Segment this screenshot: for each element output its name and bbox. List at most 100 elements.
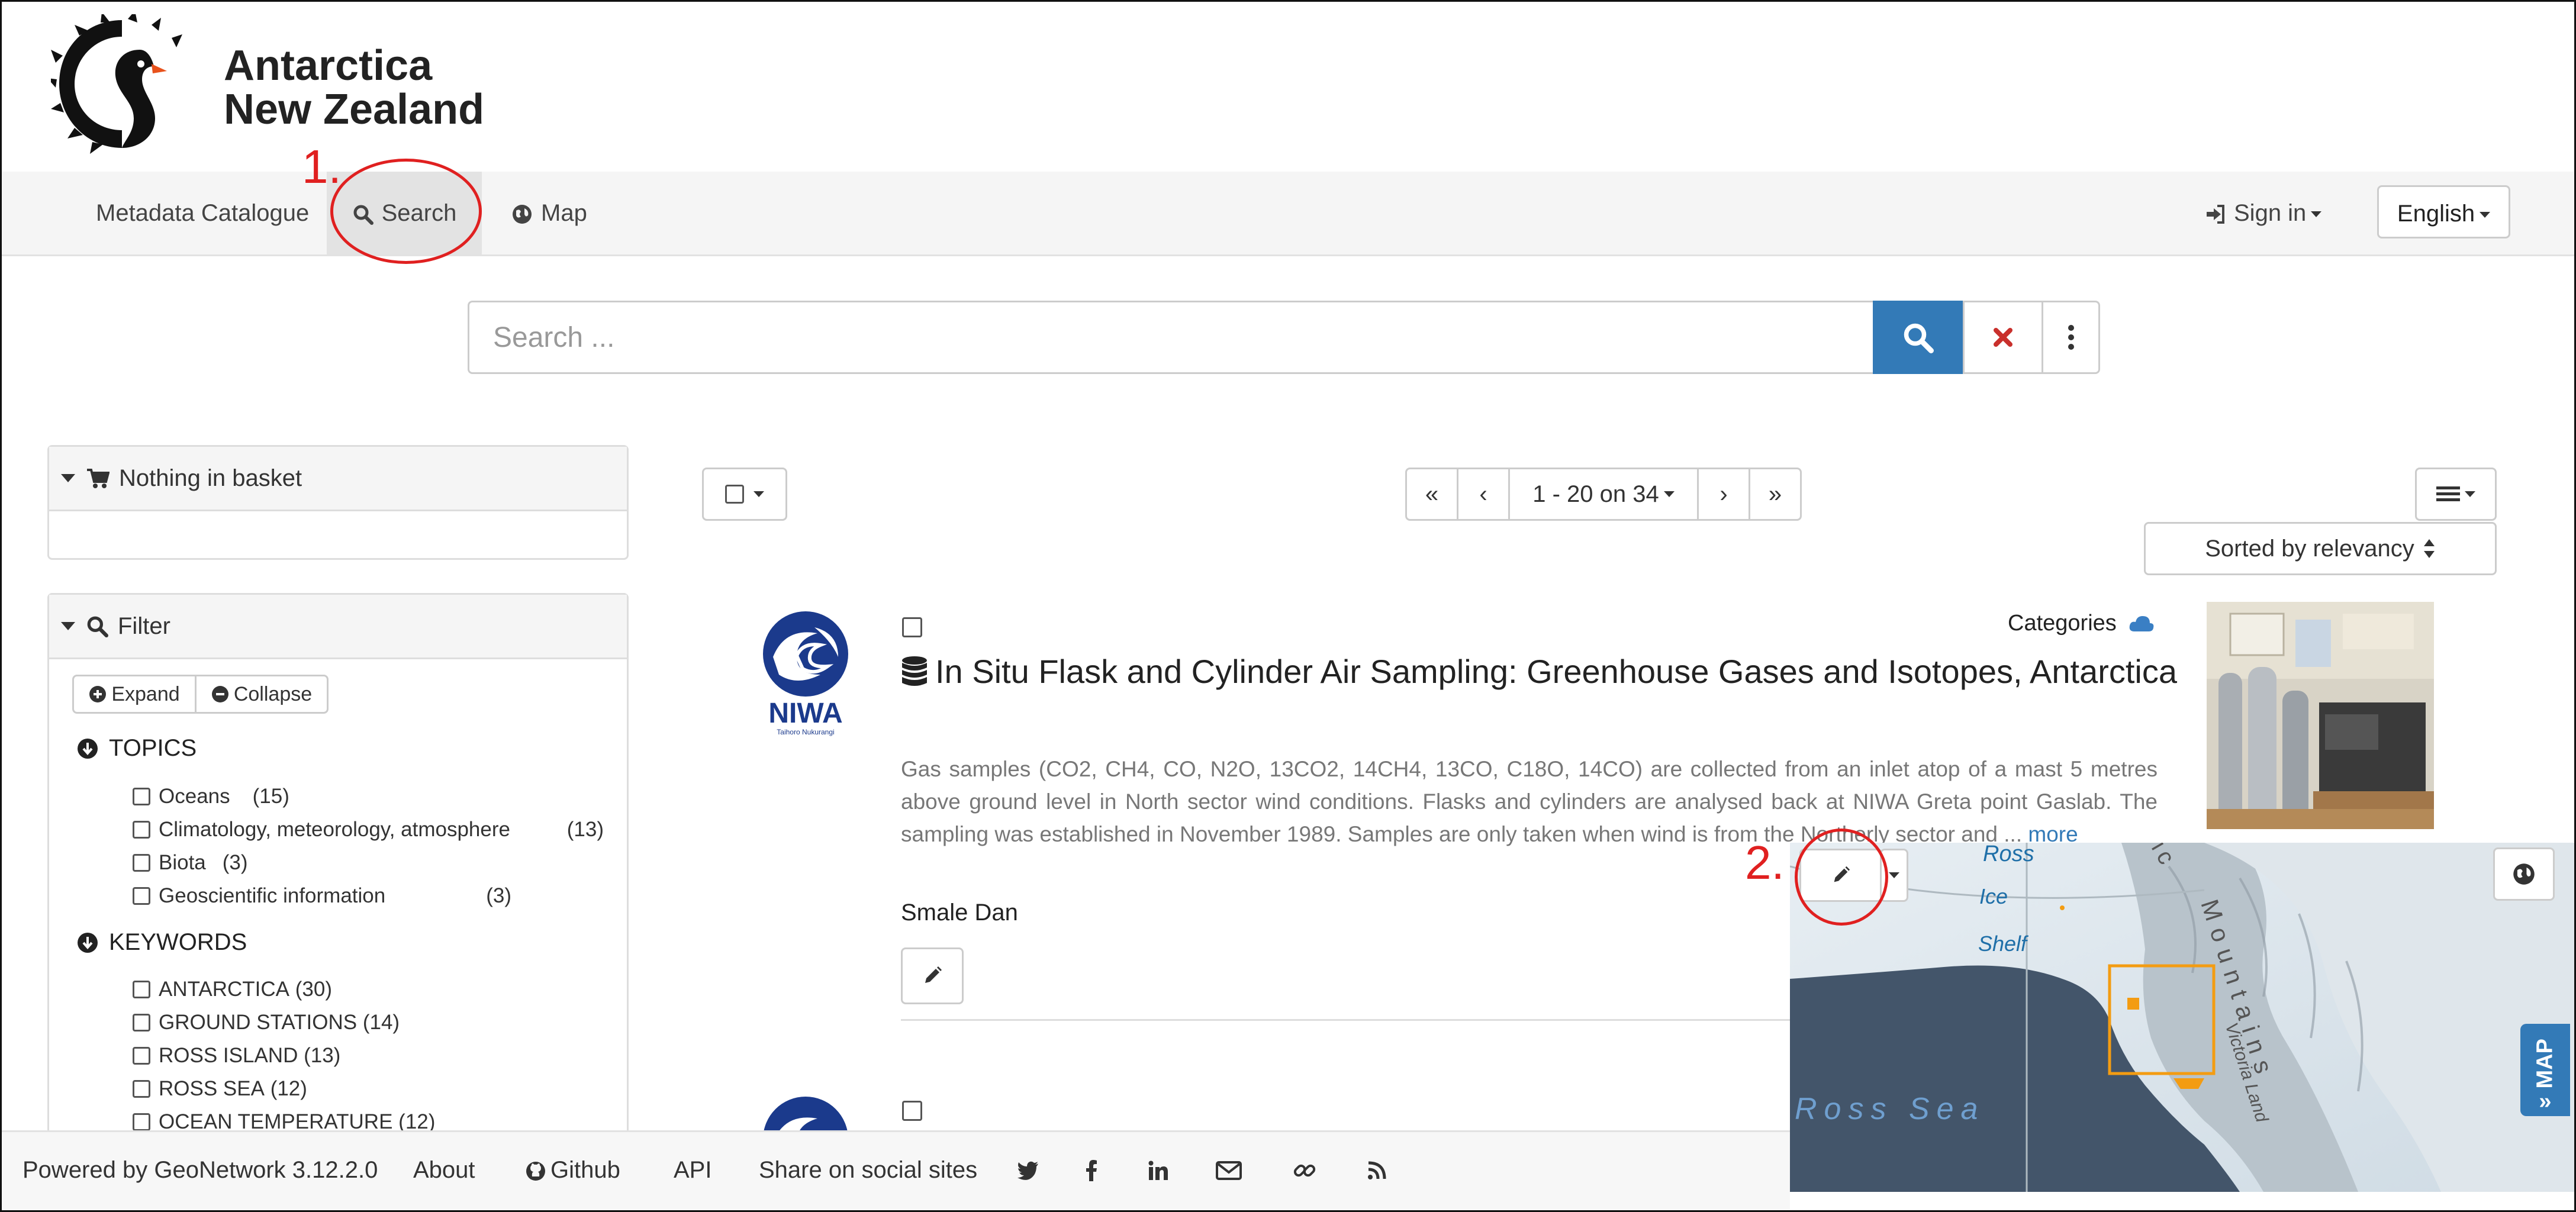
result-thumbnail[interactable]	[2207, 602, 2434, 829]
annotation-2-circle	[1795, 829, 1888, 926]
caret-down-icon	[1663, 491, 1675, 497]
facet-label: Biota	[159, 851, 206, 874]
niwa-logo-icon	[764, 1097, 848, 1130]
checkbox[interactable]	[133, 1047, 150, 1065]
search-options-button[interactable]	[2043, 301, 2100, 374]
facet-keywords-header[interactable]: KEYWORDS	[77, 929, 247, 956]
facebook-icon[interactable]	[1086, 1130, 1097, 1210]
organisation-logo: NIWA Taihoro Nukurangi	[761, 610, 850, 736]
checkbox[interactable]	[133, 981, 150, 998]
map-tab-label: MAP	[2532, 1039, 2558, 1089]
sign-in-dropdown[interactable]: Sign in	[2204, 172, 2322, 254]
nav-metadata-catalogue[interactable]: Metadata Catalogue	[96, 172, 309, 254]
antarctica-nz-logo-icon	[51, 14, 182, 154]
collapse-all-button[interactable]: Collapse	[195, 675, 329, 714]
result-title[interactable]: In Situ Flask and Cylinder Air Sampling:…	[901, 651, 2179, 692]
checkbox[interactable]	[133, 854, 150, 872]
facet-item[interactable]: Biota (3)	[133, 851, 248, 875]
logo-line2: New Zealand	[224, 86, 485, 133]
facet-item[interactable]: ANTARCTICA (30)	[133, 978, 332, 1001]
result-title-text: In Situ Flask and Cylinder Air Sampling:…	[935, 653, 2178, 690]
facet-count: (3)	[486, 884, 511, 907]
categories-label[interactable]: Categories	[2008, 611, 2155, 636]
checkbox[interactable]	[133, 1113, 150, 1131]
globe-icon	[513, 205, 532, 224]
result-select-checkbox[interactable]	[902, 1101, 922, 1121]
shopping-cart-icon	[87, 469, 110, 488]
checkbox[interactable]	[133, 1014, 150, 1032]
facet-label: Geoscientific information	[159, 884, 386, 907]
facet-label: ANTARCTICA	[159, 978, 290, 1001]
facet-count: (12)	[270, 1077, 307, 1100]
globe-icon	[2513, 863, 2535, 885]
share-label: Share on social sites	[759, 1157, 978, 1183]
arrow-circle-down-icon	[78, 932, 98, 953]
language-dropdown[interactable]: English	[2377, 185, 2510, 238]
facet-item[interactable]: Geoscientific information (3)	[133, 884, 511, 908]
next-page-button[interactable]: ›	[1699, 469, 1750, 519]
org-logo-subtitle: Taihoro Nukurangi	[777, 728, 835, 736]
rss-icon[interactable]	[1367, 1130, 1386, 1210]
filter-panel-header[interactable]: Filter	[49, 595, 627, 659]
footer-api-link[interactable]: API	[674, 1130, 711, 1210]
last-page-button[interactable]: »	[1750, 469, 1800, 519]
result-abstract-text: Gas samples (CO2, CH4, CO, N2O, 13CO2, 1…	[901, 757, 2158, 846]
footer-about-link[interactable]: About	[413, 1130, 475, 1210]
caret-down-icon	[2480, 212, 2491, 218]
facet-item[interactable]: ROSS SEA (12)	[133, 1077, 307, 1101]
map-label-ross: Ross	[1983, 843, 2034, 866]
first-page-button[interactable]: «	[1407, 469, 1458, 519]
checkbox[interactable]	[133, 821, 150, 839]
footer-github-link[interactable]: Github	[526, 1130, 620, 1210]
expand-all-button[interactable]: Expand	[72, 675, 197, 714]
map-layers-button[interactable]	[2493, 847, 2555, 901]
previous-page-button[interactable]: ‹	[1458, 469, 1510, 519]
org-logo-text: NIWA	[768, 698, 843, 729]
basket-title: Nothing in basket	[119, 465, 302, 491]
site-logo[interactable]: Antarctica New Zealand	[51, 14, 501, 162]
checkbox[interactable]	[133, 1080, 150, 1098]
map-label-ross-sea: Ross Sea	[1795, 1092, 1985, 1126]
page-range-dropdown[interactable]: 1 - 20 on 34	[1510, 469, 1699, 519]
result-select-checkbox[interactable]	[902, 617, 922, 637]
facet-item[interactable]: Climatology, meteorology, atmosphere (13)	[133, 818, 604, 842]
sort-dropdown[interactable]: Sorted by relevancy	[2144, 522, 2497, 575]
facet-keywords-title: KEYWORDS	[109, 929, 247, 955]
search-input[interactable]	[469, 302, 1873, 372]
result-owner: Smale Dan	[901, 900, 1018, 926]
linkedin-icon[interactable]	[1148, 1130, 1168, 1210]
list-view-dropdown[interactable]	[2415, 468, 2497, 521]
thumbnail-photo	[2207, 602, 2434, 829]
nav-map-label: Map	[541, 200, 587, 226]
twitter-icon[interactable]	[1017, 1130, 1039, 1210]
facet-item[interactable]: ROSS ISLAND (13)	[133, 1044, 340, 1068]
sort-icon	[2423, 539, 2435, 558]
facet-topics-header[interactable]: TOPICS	[77, 735, 197, 762]
double-chevron-right-icon: »	[2539, 1089, 2552, 1114]
email-icon[interactable]	[1216, 1130, 1242, 1210]
facet-item[interactable]: Oceans (15)	[133, 785, 289, 808]
permalink-icon[interactable]	[1293, 1130, 1316, 1210]
checkbox[interactable]	[133, 887, 150, 905]
edit-record-button[interactable]	[901, 947, 964, 1004]
select-all-dropdown[interactable]	[702, 468, 787, 521]
facet-item[interactable]: GROUND STATIONS (14)	[133, 1011, 400, 1034]
search-icon	[1904, 323, 1934, 353]
basket-panel-header[interactable]: Nothing in basket	[49, 447, 627, 511]
caret-down-icon	[1889, 872, 1899, 878]
map-expand-tab[interactable]: MAP »	[2520, 1024, 2570, 1116]
facet-count: (14)	[362, 1011, 400, 1034]
logo-line1: Antarctica	[224, 42, 433, 89]
facet-count: (30)	[295, 978, 333, 1001]
language-label: English	[2397, 201, 2475, 227]
annotation-1-label: 1.	[302, 140, 342, 193]
github-icon	[526, 1162, 545, 1181]
search-submit-button[interactable]	[1873, 301, 1963, 374]
clear-search-button[interactable]	[1963, 301, 2043, 374]
nav-map[interactable]: Map	[511, 172, 587, 254]
niwa-logo-icon	[763, 611, 848, 697]
checkbox	[725, 485, 744, 504]
arrow-circle-down-icon	[78, 738, 98, 759]
checkbox[interactable]	[133, 788, 150, 805]
facet-label: Climatology, meteorology, atmosphere	[159, 818, 510, 841]
